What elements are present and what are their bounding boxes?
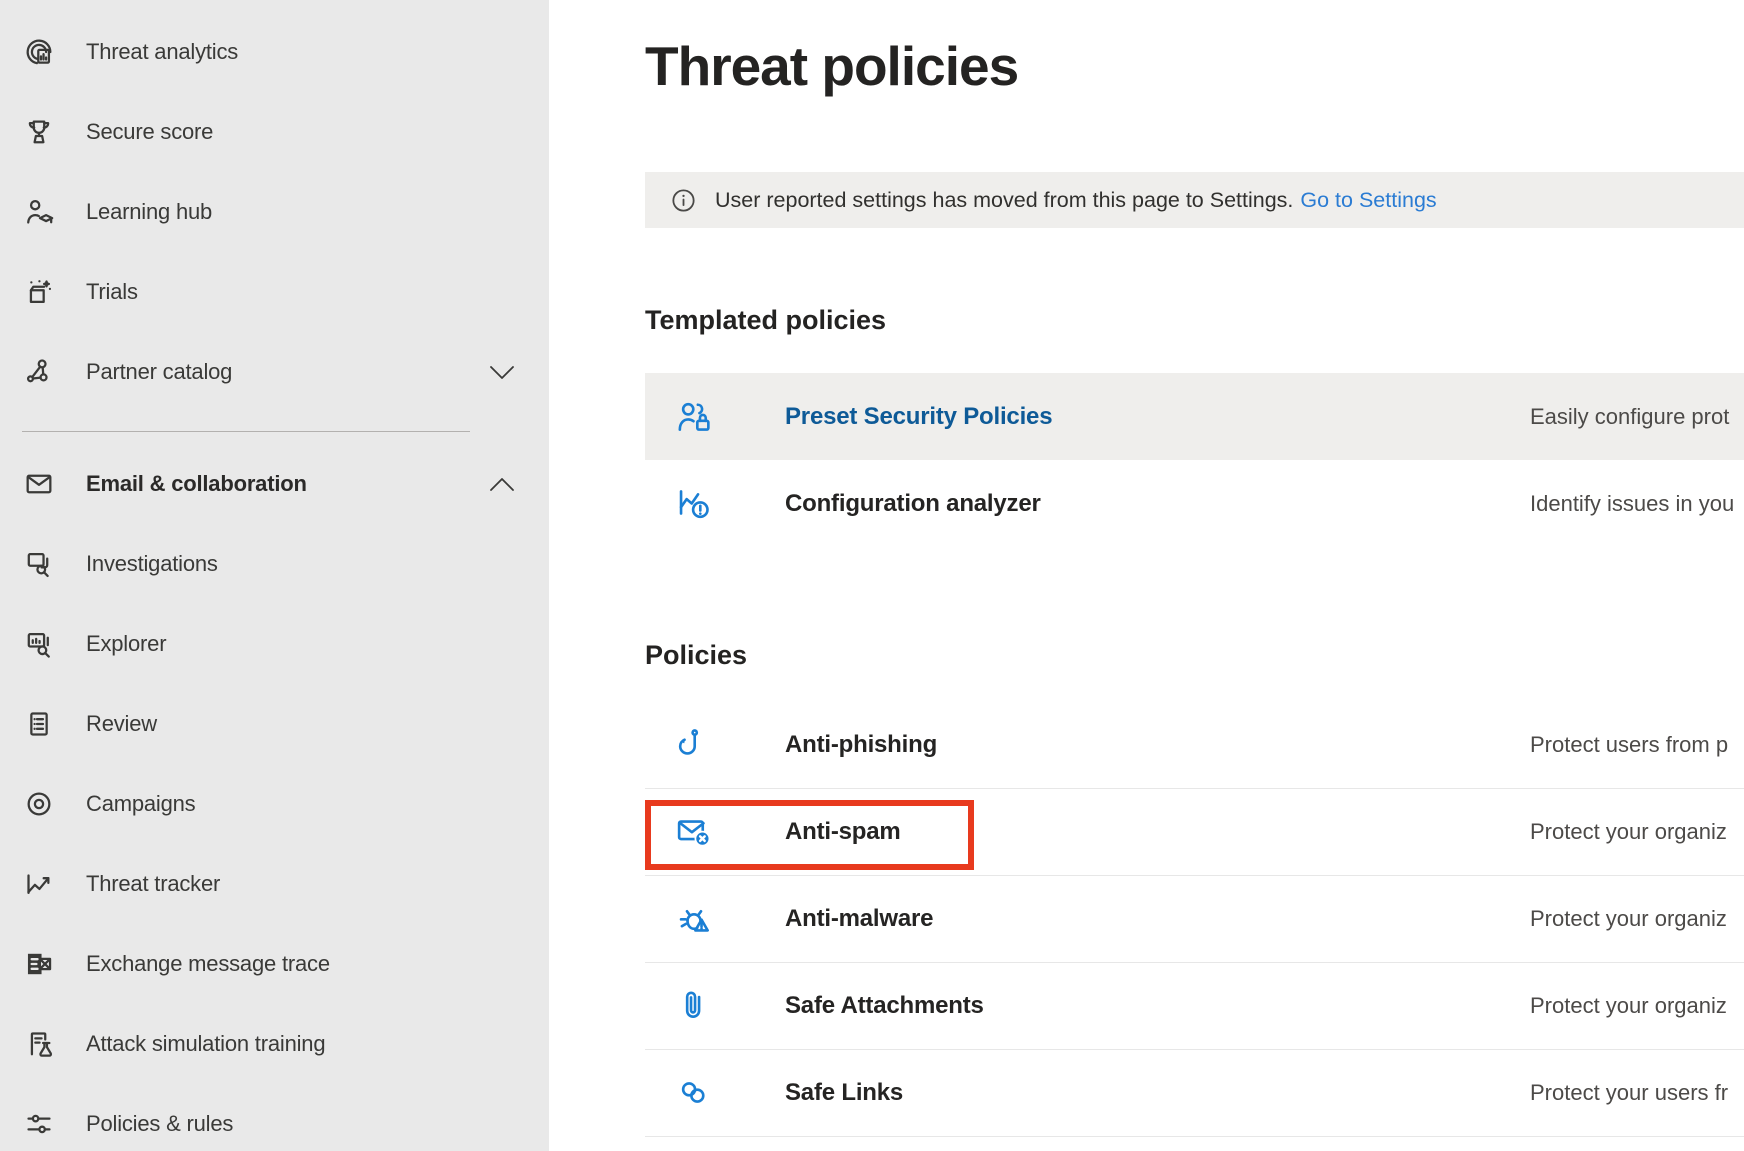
sidebar-item-label: Review xyxy=(86,711,157,737)
investigations-icon xyxy=(22,547,56,581)
row-safe-attachments[interactable]: Safe Attachments Protect your organiz xyxy=(645,963,1744,1050)
templated-policies-heading: Templated policies xyxy=(645,305,886,336)
main-content: Threat policies User reported settings h… xyxy=(549,0,1744,1151)
partner-catalog-icon xyxy=(22,355,56,389)
policy-description: Protect your users fr xyxy=(1530,1080,1728,1106)
explorer-icon xyxy=(22,627,56,661)
row-anti-spam[interactable]: Anti-spam Protect your organiz xyxy=(645,789,1744,876)
secure-score-icon xyxy=(22,115,56,149)
sidebar-item-exchange-message-trace[interactable]: Exchange message trace xyxy=(0,924,549,1004)
sidebar-item-label: Investigations xyxy=(86,551,218,577)
sidebar-item-email-collaboration[interactable]: Email & collaboration xyxy=(0,444,549,524)
sidebar-item-partner-catalog[interactable]: Partner catalog xyxy=(0,332,549,412)
policies-heading: Policies xyxy=(645,640,747,671)
row-anti-phishing[interactable]: Anti-phishing Protect users from p xyxy=(645,702,1744,789)
policy-link-label[interactable]: Safe Links xyxy=(785,1079,903,1107)
sidebar-item-label: Explorer xyxy=(86,631,166,657)
chevron-up-icon[interactable] xyxy=(489,477,515,492)
sidebar-item-label: Threat analytics xyxy=(86,39,238,65)
policy-link-label[interactable]: Preset Security Policies xyxy=(785,403,1052,431)
sidebar-item-learning-hub[interactable]: Learning hub xyxy=(0,172,549,252)
safe-links-icon xyxy=(673,1072,715,1114)
preset-security-policies-icon xyxy=(673,396,715,438)
row-anti-malware[interactable]: Anti-malware Protect your organiz xyxy=(645,876,1744,963)
attack-simulation-training-icon xyxy=(22,1027,56,1061)
info-icon xyxy=(669,186,698,215)
policy-description: Protect users from p xyxy=(1530,732,1728,758)
configuration-analyzer-icon xyxy=(673,483,715,525)
sidebar-item-attack-simulation-training[interactable]: Attack simulation training xyxy=(0,1004,549,1084)
sidebar-divider xyxy=(22,431,470,432)
sidebar-item-label: Partner catalog xyxy=(86,359,232,385)
threat-analytics-icon xyxy=(22,35,56,69)
learning-hub-icon xyxy=(22,195,56,229)
sidebar-item-label: Trials xyxy=(86,279,138,305)
threat-tracker-icon xyxy=(22,867,56,901)
sidebar-item-campaigns[interactable]: Campaigns xyxy=(0,764,549,844)
policy-description: Protect your organiz xyxy=(1530,993,1727,1019)
campaigns-icon xyxy=(22,787,56,821)
row-preset-security-policies[interactable]: Preset Security Policies Easily configur… xyxy=(645,373,1744,460)
sidebar-item-label: Attack simulation training xyxy=(86,1031,325,1057)
policy-description: Easily configure prot xyxy=(1530,404,1729,430)
sidebar-item-trials[interactable]: Trials xyxy=(0,252,549,332)
policy-link-label[interactable]: Configuration analyzer xyxy=(785,490,1041,518)
sidebar-item-secure-score[interactable]: Secure score xyxy=(0,92,549,172)
go-to-settings-link[interactable]: Go to Settings xyxy=(1300,188,1436,213)
sidebar-item-threat-analytics[interactable]: Threat analytics xyxy=(0,12,549,92)
email-collaboration-icon xyxy=(22,467,56,501)
sidebar-item-label: Threat tracker xyxy=(86,871,220,897)
sidebar-item-label: Policies & rules xyxy=(86,1111,233,1137)
sidebar-item-label: Email & collaboration xyxy=(86,471,307,497)
chevron-down-icon[interactable] xyxy=(489,365,515,380)
policy-link-label[interactable]: Anti-phishing xyxy=(785,731,937,759)
safe-attachments-icon xyxy=(673,985,715,1027)
info-banner: User reported settings has moved from th… xyxy=(645,172,1744,228)
sidebar-item-threat-tracker[interactable]: Threat tracker xyxy=(0,844,549,924)
row-configuration-analyzer[interactable]: Configuration analyzer Identify issues i… xyxy=(645,460,1744,547)
policy-description: Protect your organiz xyxy=(1530,906,1727,932)
sidebar-item-explorer[interactable]: Explorer xyxy=(0,604,549,684)
sidebar-item-label: Learning hub xyxy=(86,199,212,225)
row-safe-links[interactable]: Safe Links Protect your users fr xyxy=(645,1050,1744,1137)
templated-policies-list: Preset Security Policies Easily configur… xyxy=(645,373,1744,547)
policy-link-label[interactable]: Safe Attachments xyxy=(785,992,984,1020)
sidebar-item-label: Campaigns xyxy=(86,791,195,817)
info-banner-text: User reported settings has moved from th… xyxy=(715,188,1293,213)
sidebar-item-investigations[interactable]: Investigations xyxy=(0,524,549,604)
anti-malware-icon xyxy=(673,898,715,940)
anti-spam-icon xyxy=(673,811,715,853)
policy-link-label[interactable]: Anti-malware xyxy=(785,905,933,933)
sidebar-item-label: Exchange message trace xyxy=(86,951,330,977)
policies-rules-icon xyxy=(22,1107,56,1141)
policies-list: Anti-phishing Protect users from p Anti-… xyxy=(645,702,1744,1137)
page-title: Threat policies xyxy=(645,34,1018,98)
sidebar-item-label: Secure score xyxy=(86,119,213,145)
anti-phishing-icon xyxy=(673,724,715,766)
exchange-message-trace-icon xyxy=(22,947,56,981)
trials-icon xyxy=(22,275,56,309)
policy-link-label[interactable]: Anti-spam xyxy=(785,818,901,846)
policy-description: Protect your organiz xyxy=(1530,819,1727,845)
policy-description: Identify issues in you xyxy=(1530,491,1734,517)
sidebar-item-policies-rules[interactable]: Policies & rules xyxy=(0,1084,549,1151)
review-icon xyxy=(22,707,56,741)
left-navigation: Threat analytics Secure score Learning h… xyxy=(0,0,549,1151)
sidebar-item-review[interactable]: Review xyxy=(0,684,549,764)
